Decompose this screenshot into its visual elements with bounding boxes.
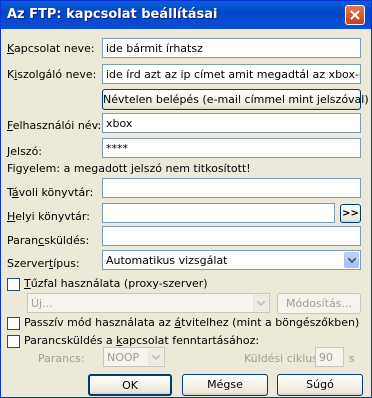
connection-name-label: Kapcsolat neve: (7, 42, 95, 55)
help-button[interactable]: Súgó (277, 374, 363, 396)
chevron-down-icon (152, 355, 160, 360)
title-bar[interactable]: Az FTP: kapcsolat beállításai (1, 1, 371, 29)
server-type-dropdown-button[interactable] (344, 252, 359, 268)
passive-mode-checkbox[interactable] (7, 317, 20, 330)
cancel-button[interactable]: Mégse (182, 374, 268, 396)
window-title: Az FTP: kapcsolat beállításai (7, 7, 218, 22)
firewall-checkbox[interactable] (7, 278, 20, 291)
send-cycle-input[interactable]: 90 (315, 347, 344, 367)
close-icon (350, 10, 360, 20)
close-button[interactable] (345, 5, 365, 25)
keepalive-command-value: NOOP (107, 351, 140, 364)
keepalive-command-select[interactable]: NOOP (103, 347, 165, 367)
proxy-select[interactable]: Új... (27, 293, 270, 313)
username-label: Felhasználói név: (7, 119, 102, 132)
connection-name-input[interactable]: ide bármit írhatsz (102, 38, 361, 58)
keepalive-command-dropdown-button[interactable] (148, 349, 163, 365)
passive-mode-label: Passzív mód használata az átvitelhez (mi… (24, 316, 360, 329)
server-type-select[interactable]: Automatikus vizsgálat (102, 250, 361, 270)
chevron-down-icon (348, 258, 356, 263)
password-label: Jelszó: (7, 145, 43, 158)
send-cycle-label: Küldési ciklus: (244, 352, 322, 365)
proxy-dropdown-button[interactable] (253, 295, 268, 311)
firewall-label: Tűzfal használata (proxy-szerver) (24, 277, 208, 290)
local-dir-label: Helyi könyvtár: (7, 210, 90, 223)
server-name-label: Kiszolgáló neve: (7, 68, 97, 81)
keepalive-checkbox[interactable] (7, 335, 20, 348)
password-input[interactable]: **** (102, 138, 361, 158)
send-cycle-unit: s (349, 352, 355, 365)
username-input[interactable]: xbox (102, 113, 361, 133)
browse-local-dir-button[interactable]: >> (340, 204, 361, 223)
password-warning: Figyelem: a megadott jelszó nem titkosít… (7, 162, 251, 175)
remote-dir-label: Távoli könyvtár: (7, 186, 94, 199)
proxy-value: Új... (31, 297, 53, 310)
ok-button[interactable]: OK (88, 374, 172, 396)
keepalive-command-label: Parancs: (38, 352, 85, 365)
remote-dir-input[interactable] (102, 178, 361, 198)
local-dir-input[interactable] (102, 203, 335, 223)
server-name-input[interactable]: ide írd azt az ip címet amit megadtál az… (102, 64, 361, 84)
commands-input[interactable] (102, 226, 361, 246)
server-type-value: Automatikus vizsgálat (106, 254, 228, 267)
commands-label: Parancsküldés: (7, 234, 90, 247)
chevron-down-icon (257, 301, 265, 306)
server-type-label: Szervertípus: (7, 257, 80, 270)
keepalive-label: Parancsküldés a kapcsolat fenntartásához… (24, 334, 260, 347)
ftp-settings-dialog: Az FTP: kapcsolat beállításai Kapcsolat … (0, 0, 372, 398)
modify-proxy-button[interactable]: Módosítás... (277, 293, 361, 314)
anonymous-login-button[interactable]: Névtelen belépés (e-mail címmel mint jel… (102, 89, 369, 110)
